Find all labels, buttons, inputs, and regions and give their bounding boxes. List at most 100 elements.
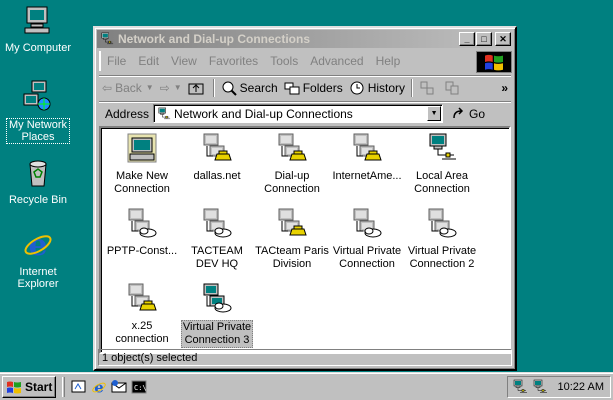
dialup-connection-icon xyxy=(201,132,233,164)
connections-list[interactable]: Make New Connection dallas.net Dial-up Con… xyxy=(99,126,511,354)
close-button[interactable]: ✕ xyxy=(495,32,511,46)
system-tray: 10:22 AM xyxy=(507,376,611,398)
desktop-icon-label: Internet Explorer xyxy=(17,266,59,290)
address-dropdown-button[interactable]: ▼ xyxy=(427,106,442,121)
status-bar: 1 object(s) selected xyxy=(98,349,512,366)
clock[interactable]: 10:22 AM xyxy=(558,381,604,393)
maximize-icon: □ xyxy=(481,33,487,44)
network-places-icon xyxy=(22,80,54,112)
address-value: Network and Dial-up Connections xyxy=(174,106,353,121)
copy-to-icon xyxy=(445,81,459,94)
windows-throbber xyxy=(476,51,512,73)
recycle-bin-icon xyxy=(22,156,54,188)
title-bar[interactable]: Network and Dial-up Connections _ □ ✕ xyxy=(97,30,513,48)
window-title: Network and Dial-up Connections xyxy=(118,32,311,46)
forward-arrow-icon: ⇨ xyxy=(159,80,170,95)
toolbar-separator xyxy=(411,78,414,97)
minimize-button[interactable]: _ xyxy=(459,32,475,46)
history-icon xyxy=(350,81,364,94)
dialup-connection-icon xyxy=(276,207,308,239)
desktop-icon-recycle-bin[interactable]: Recycle Bin xyxy=(0,156,76,206)
command-prompt-icon[interactable]: C:\ xyxy=(131,379,147,395)
go-button[interactable]: Go xyxy=(451,106,485,122)
quick-launch: C:\ xyxy=(62,376,149,397)
menu-advanced[interactable]: Advanced xyxy=(304,54,369,68)
menu-favorites[interactable]: Favorites xyxy=(203,54,264,68)
desktop-icon-label: Recycle Bin xyxy=(8,194,68,206)
start-button[interactable]: Start xyxy=(2,375,56,398)
connection-item[interactable]: dallas.net xyxy=(178,132,256,183)
dropdown-arrow-icon: ▼ xyxy=(173,83,182,92)
desktop-icon-my-network-places[interactable]: My Network Places xyxy=(0,80,76,144)
connection-item[interactable]: x.25 connection xyxy=(103,282,181,346)
network-status-icon[interactable] xyxy=(532,379,548,395)
address-input[interactable]: Network and Dial-up Connections ▼ xyxy=(153,104,444,123)
lan-connection-icon xyxy=(426,132,458,164)
toolbar-overflow-chevron[interactable]: » xyxy=(498,81,511,95)
standard-toolbar: ⇦ Back ▼ ⇨ ▼ Search Folders History » xyxy=(99,75,511,99)
status-text: 1 object(s) selected xyxy=(102,351,198,364)
dropdown-arrow-icon: ▼ xyxy=(430,110,438,117)
explorer-window[interactable]: Network and Dial-up Connections _ □ ✕ Fi… xyxy=(93,26,517,371)
internet-explorer-icon xyxy=(22,228,54,260)
folders-icon xyxy=(284,82,300,94)
vpn-connection-icon xyxy=(126,207,158,239)
menu-file[interactable]: File xyxy=(101,54,132,68)
vpn-connection-icon xyxy=(201,207,233,239)
internet-explorer-icon[interactable] xyxy=(91,379,107,395)
vpn-connection-icon xyxy=(201,282,233,314)
minimize-icon: _ xyxy=(464,33,470,44)
up-folder-button[interactable] xyxy=(185,80,210,96)
make-new-connection-icon xyxy=(126,132,158,164)
menu-bar: File Edit View Favorites Tools Advanced … xyxy=(99,51,484,71)
menu-tools[interactable]: Tools xyxy=(264,54,304,68)
connection-item[interactable]: TACTEAM DEV HQ xyxy=(178,207,256,271)
address-bar: Address Network and Dial-up Connections … xyxy=(99,101,511,125)
maximize-button[interactable]: □ xyxy=(476,32,492,46)
menu-view[interactable]: View xyxy=(165,54,203,68)
copy-to-button[interactable] xyxy=(441,80,466,96)
dropdown-arrow-icon: ▼ xyxy=(145,83,154,92)
show-desktop-icon[interactable] xyxy=(71,379,87,395)
dialup-connection-icon xyxy=(276,132,308,164)
desktop-icon-my-computer[interactable]: My Computer xyxy=(0,4,76,54)
close-icon: ✕ xyxy=(499,33,507,44)
network-folder-icon xyxy=(100,32,114,46)
history-button[interactable]: History xyxy=(346,80,408,96)
connection-item[interactable]: TACteam Paris Division xyxy=(253,207,331,271)
search-button[interactable]: Search xyxy=(218,80,281,96)
network-folder-icon xyxy=(157,107,171,121)
menu-edit[interactable]: Edit xyxy=(132,54,165,68)
svg-text:C:\: C:\ xyxy=(134,384,147,392)
address-label: Address xyxy=(105,106,150,121)
network-status-icon[interactable] xyxy=(512,379,528,395)
outlook-express-icon[interactable] xyxy=(111,379,127,395)
menu-help[interactable]: Help xyxy=(370,54,407,68)
connection-item[interactable]: Virtual Private Connection 2 xyxy=(403,207,481,271)
connection-item[interactable]: PPTP-Const... xyxy=(103,207,181,258)
back-arrow-icon: ⇦ xyxy=(102,80,113,95)
go-arrow-icon xyxy=(453,106,464,118)
quick-launch-grip[interactable] xyxy=(62,376,65,397)
connection-item-selected[interactable]: Virtual Private Connection 3 xyxy=(178,282,256,348)
desktop-icon-label: My Computer xyxy=(4,42,72,54)
vpn-connection-icon xyxy=(351,207,383,239)
connection-item[interactable]: Local Area Connection xyxy=(403,132,481,196)
folders-button[interactable]: Folders xyxy=(281,80,346,96)
taskbar: Start C:\ 10:22 AM xyxy=(0,372,613,400)
connection-item[interactable]: Dial-up Connection xyxy=(253,132,331,196)
connection-item[interactable]: Virtual Private Connection xyxy=(328,207,406,271)
search-icon xyxy=(222,81,237,96)
move-to-button[interactable] xyxy=(416,80,441,96)
desktop-icon-label: My Network Places xyxy=(5,118,71,144)
back-button[interactable]: ⇦ Back ▼ xyxy=(99,81,157,95)
vpn-connection-icon xyxy=(426,207,458,239)
move-to-icon xyxy=(420,81,434,94)
forward-button[interactable]: ⇨ ▼ xyxy=(157,81,185,95)
desktop-icon-internet-explorer[interactable]: Internet Explorer xyxy=(0,228,76,290)
connection-item[interactable]: Make New Connection xyxy=(103,132,181,196)
windows-logo-icon xyxy=(483,53,505,71)
connection-item[interactable]: InternetAme... xyxy=(328,132,406,183)
up-folder-icon xyxy=(188,83,204,94)
my-computer-icon xyxy=(22,4,54,36)
